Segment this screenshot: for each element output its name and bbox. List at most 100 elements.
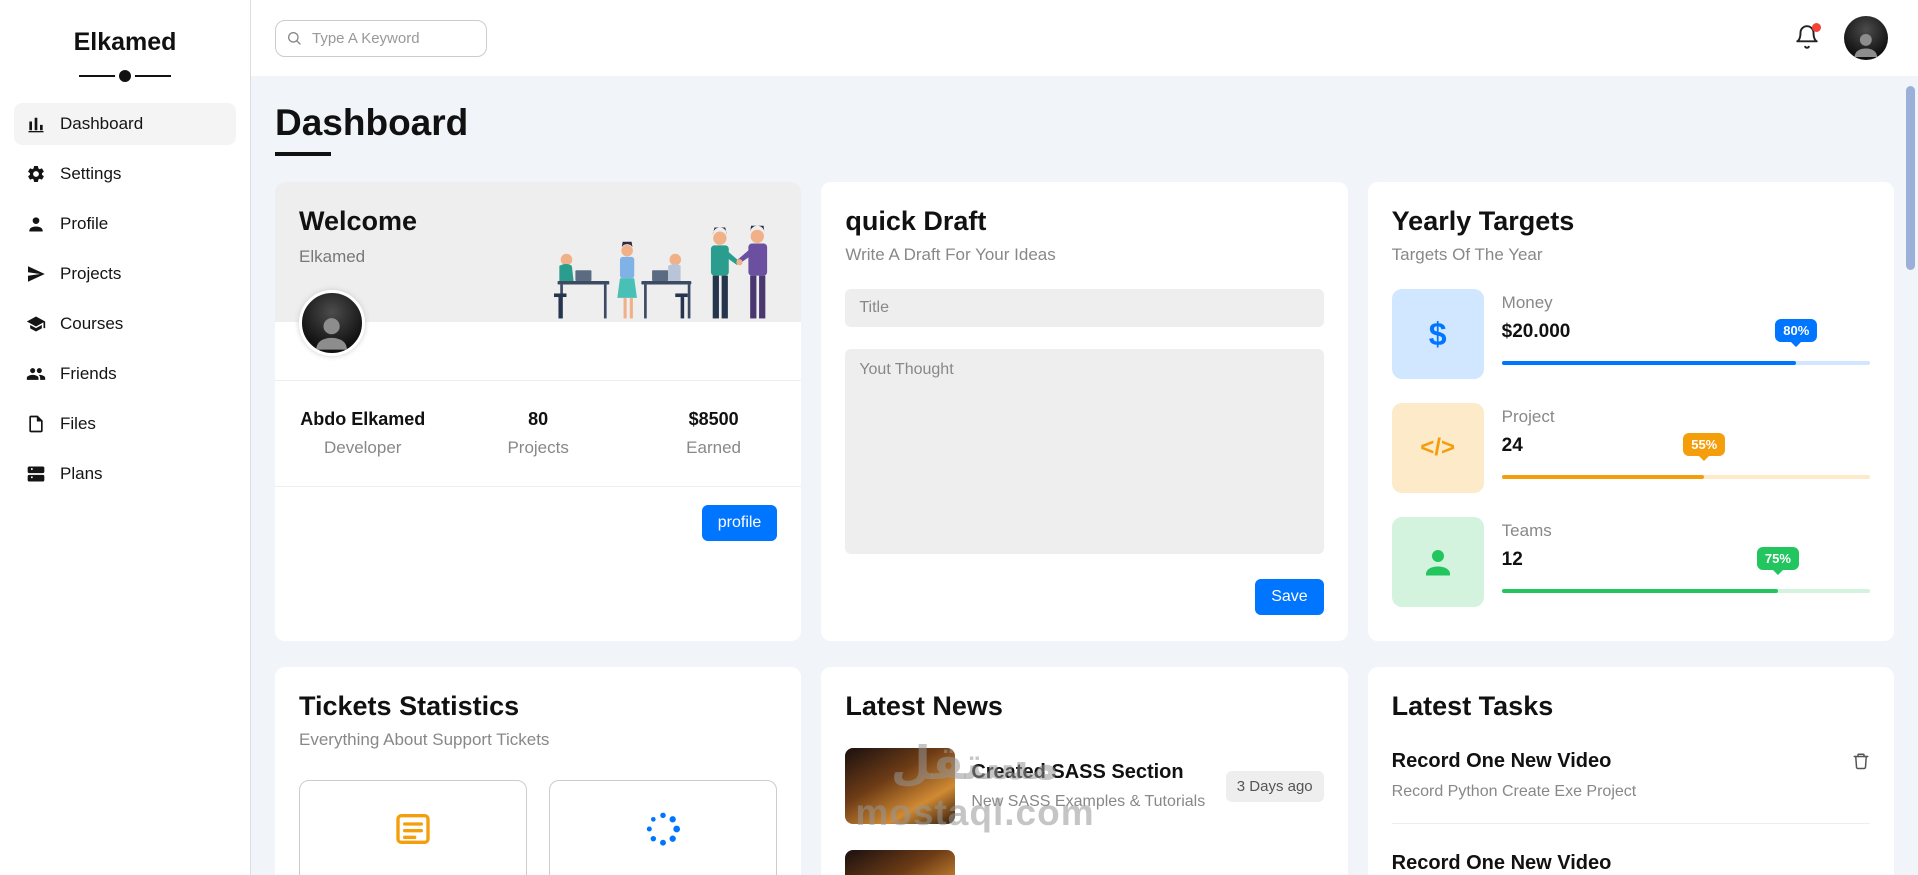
news-item[interactable]: Created SASS Section New SASS Examples &…: [845, 748, 1324, 824]
news-item-title: Created SASS Section: [971, 761, 1184, 783]
draft-thought-textarea[interactable]: [845, 349, 1324, 554]
cards-row-1: Welcome Elkamed Abdo Elkamed Developer 8…: [275, 182, 1894, 641]
progress-fill: [1501, 589, 1778, 593]
sidebar-item-courses[interactable]: Courses: [14, 303, 236, 345]
user-group-icon: [26, 368, 46, 380]
latest-tasks-title: Latest Tasks: [1391, 691, 1554, 721]
task-title: Record One New Video: [1391, 852, 1612, 874]
person-icon: [1391, 517, 1484, 607]
ticket-stat-box: 2500: [299, 780, 528, 875]
target-value: 12: [1501, 549, 1523, 570]
progress-bar: 55%: [1501, 433, 1870, 479]
scrollbar-thumb[interactable]: [1906, 86, 1915, 270]
news-item-subtitle: New SASS Examples & Tutorials: [971, 793, 1206, 810]
spinner-icon: [643, 809, 683, 849]
search-icon: [286, 30, 302, 46]
sidebar-item-label: Friends: [60, 364, 117, 383]
sidebar-item-label: Plans: [60, 464, 103, 483]
avatar-silhouette-icon: [1854, 34, 1878, 58]
dollar-icon: $: [1391, 289, 1484, 379]
user-avatar[interactable]: [1844, 16, 1888, 60]
welcome-stats: Abdo Elkamed Developer 80 Projects $8500…: [275, 380, 802, 487]
brand-dot: [115, 66, 135, 86]
progress-bar: 75%: [1501, 547, 1870, 593]
gear-icon: [28, 165, 44, 183]
yearly-targets-card: Yearly Targets Targets Of The Year $ Mon…: [1367, 182, 1894, 641]
progress-fill: [1501, 475, 1705, 479]
task-title: Record One New Video: [1391, 750, 1612, 772]
progress-bar: 80%: [1501, 319, 1870, 365]
graduation-cap-icon: [26, 316, 46, 332]
sidebar-item-dashboard[interactable]: Dashboard: [14, 103, 236, 145]
stat-label: Earned: [686, 438, 741, 457]
quick-draft-title: quick Draft: [845, 206, 987, 236]
tickets-title: Tickets Statistics: [299, 691, 520, 721]
page-title-underline: [275, 152, 331, 156]
sidebar-item-plans[interactable]: Plans: [14, 453, 236, 495]
welcome-title: Welcome: [299, 206, 418, 236]
sidebar-item-profile[interactable]: Profile: [14, 203, 236, 245]
sidebar-item-label: Files: [60, 414, 96, 433]
task-subtitle: Record Python Create Exe Project: [1391, 783, 1637, 800]
target-money: $ Money $20.000 80%: [1391, 289, 1870, 379]
trash-icon[interactable]: [1852, 750, 1870, 770]
save-button[interactable]: Save: [1255, 579, 1324, 615]
stat-developer: Abdo Elkamed Developer: [275, 409, 450, 458]
topbar-actions: [1792, 16, 1888, 60]
sidebar-item-label: Dashboard: [60, 114, 144, 133]
progress-badge: 55%: [1683, 433, 1726, 456]
welcome-username: Elkamed: [299, 247, 366, 266]
news-time-badge: 3 Days ago: [1225, 770, 1324, 802]
search-box: [275, 19, 487, 57]
topbar: [251, 0, 1918, 76]
target-label: Money: [1501, 293, 1553, 312]
target-teams: Teams 12 75%: [1391, 517, 1870, 607]
quick-draft-subtitle: Write A Draft For Your Ideas: [845, 245, 1056, 264]
yearly-targets-subtitle: Targets Of The Year: [1391, 245, 1543, 264]
sidebar-item-friends[interactable]: Friends: [14, 353, 236, 395]
progress-fill: [1501, 361, 1797, 365]
target-label: Teams: [1501, 521, 1552, 540]
sidebar-item-projects[interactable]: Projects: [14, 253, 236, 295]
app-window: Elkamed Dashboard Settings Profile Proje…: [0, 0, 1918, 875]
page-title: Dashboard: [275, 102, 469, 143]
welcome-card: Welcome Elkamed Abdo Elkamed Developer 8…: [275, 182, 802, 641]
search-input[interactable]: [275, 19, 487, 57]
stat-earned: $8500 Earned: [626, 409, 801, 458]
stat-label: Projects: [507, 438, 569, 457]
sidebar-item-label: Settings: [60, 164, 122, 183]
latest-tasks-card: Latest Tasks Record One New Video Record…: [1367, 667, 1894, 875]
news-item[interactable]: Changed The Design: [845, 850, 1323, 875]
latest-news-title: Latest News: [845, 691, 1003, 721]
sidebar-item-files[interactable]: Files: [14, 403, 236, 445]
ticket-count: 500: [550, 870, 776, 875]
stat-value: 80: [528, 409, 549, 429]
progress-badge: 75%: [1756, 547, 1799, 570]
yearly-targets-title: Yearly Targets: [1391, 206, 1575, 236]
server-icon: [27, 466, 45, 482]
list-icon: [393, 809, 433, 849]
draft-title-input[interactable]: [845, 289, 1324, 327]
stat-projects: 80 Projects: [450, 409, 625, 458]
task-row: Record One New Video Record Python Creat…: [1391, 750, 1870, 824]
user-icon: [29, 217, 43, 232]
stat-label: Developer: [323, 438, 402, 457]
ticket-stat-box: 500: [549, 780, 778, 875]
avatar-silhouette-icon: [316, 317, 348, 350]
target-project: </> Project 24 55%: [1391, 403, 1870, 493]
sidebar-item-settings[interactable]: Settings: [14, 153, 236, 195]
main: Dashboard Welcome Elkamed Abdo Elkamed D…: [251, 76, 1918, 875]
stat-value: Abdo Elkamed: [300, 409, 426, 429]
paper-plane-icon: [27, 266, 45, 282]
task-row: Record One New Video: [1392, 852, 1870, 875]
dashboard-icon: [28, 117, 44, 133]
news-thumbnail: [845, 748, 956, 824]
file-icon: [29, 415, 43, 433]
ticket-count: 2500: [300, 870, 526, 875]
notifications-button[interactable]: [1792, 23, 1822, 53]
profile-button[interactable]: profile: [701, 505, 778, 541]
content-area: Dashboard Welcome Elkamed: [251, 0, 1918, 875]
sidebar-item-label: Projects: [60, 264, 122, 283]
cards-row-2: Tickets Statistics Everything About Supp…: [275, 667, 1894, 875]
target-label: Project: [1501, 407, 1555, 426]
